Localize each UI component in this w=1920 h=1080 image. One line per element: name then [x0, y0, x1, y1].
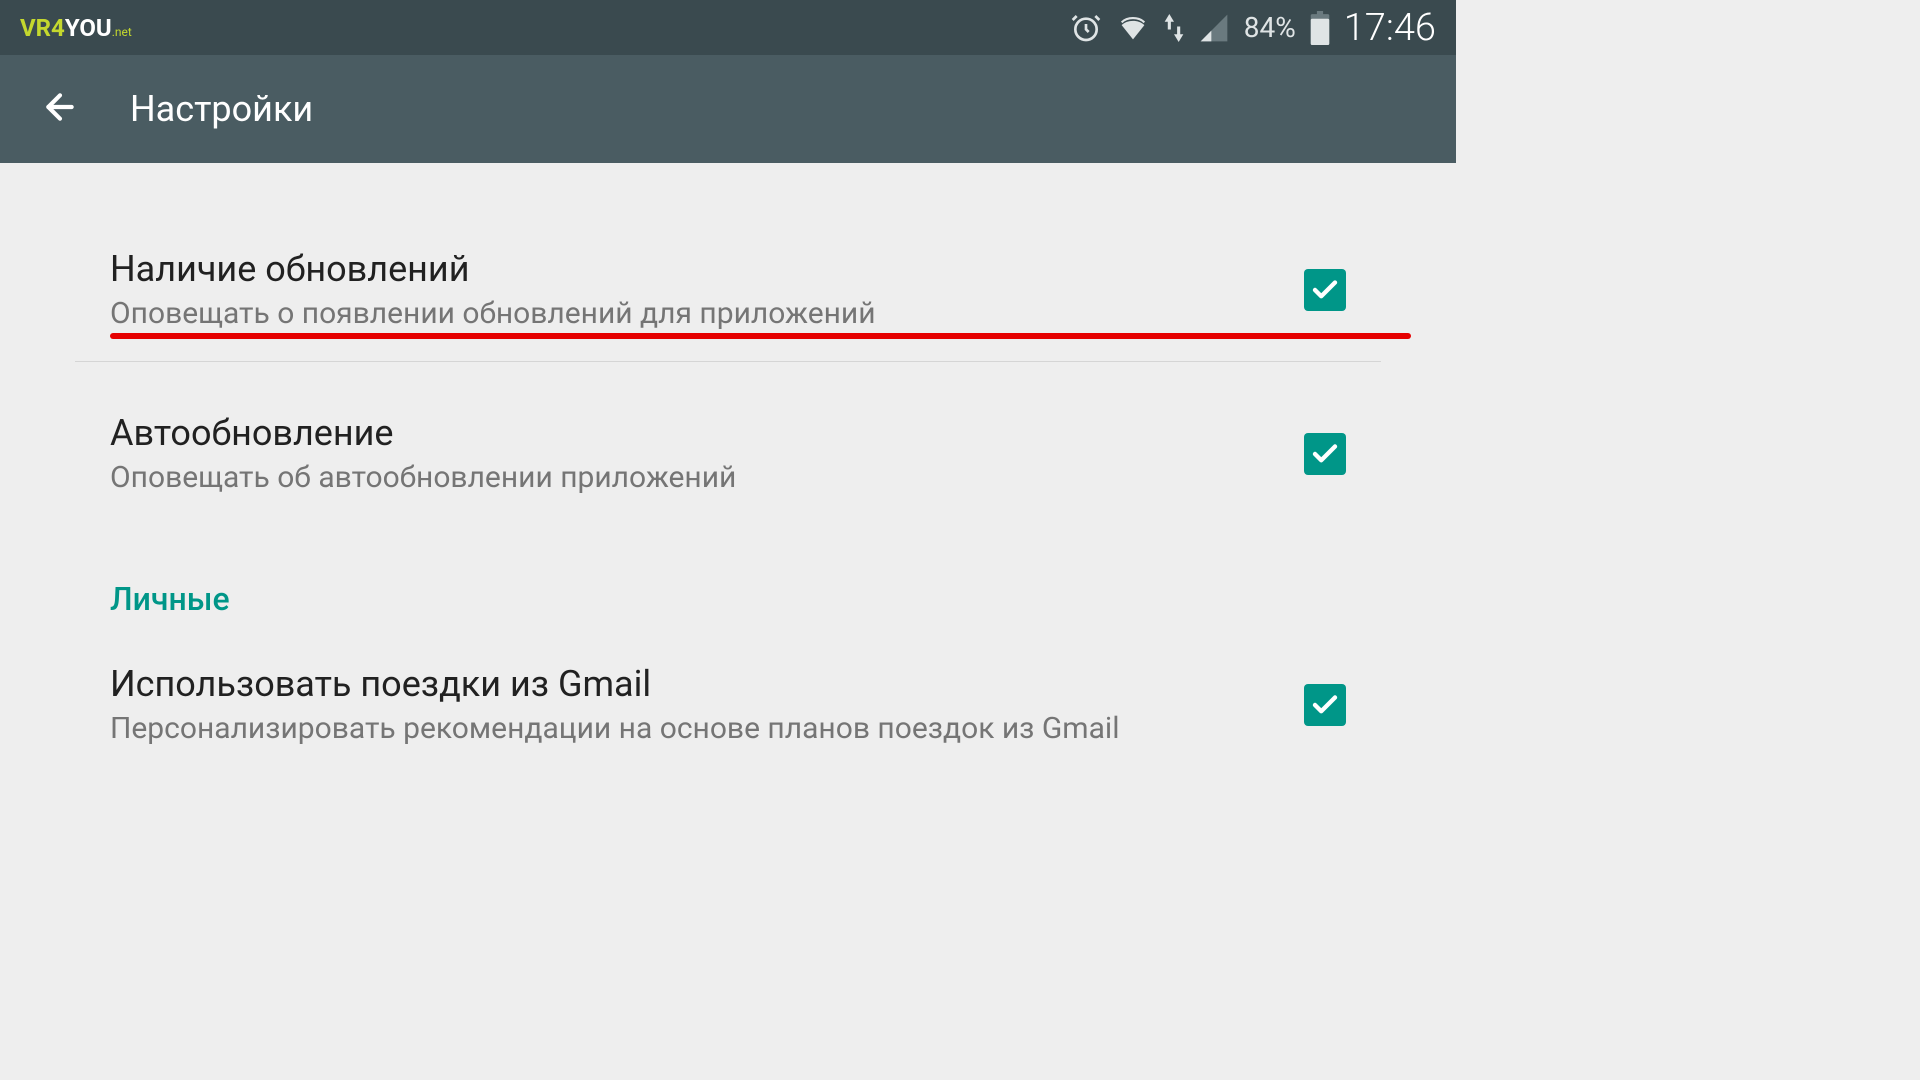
setting-gmail-trips[interactable]: Использовать поездки из Gmail Персонализ… [75, 628, 1381, 776]
app-bar: Настройки [0, 55, 1456, 163]
status-icons: 84% 17:46 [1070, 6, 1436, 50]
clock: 17:46 [1344, 6, 1436, 50]
setting-text: Наличие обновлений Оповещать о появлении… [110, 248, 1284, 331]
wifi-icon [1116, 11, 1150, 45]
data-icon [1164, 14, 1184, 42]
battery-percent: 84% [1244, 11, 1296, 44]
logo-part1: VR4 [20, 14, 65, 42]
setting-subtitle: Оповещать о появлении обновлений для при… [110, 296, 1284, 331]
checkbox-updates[interactable] [1304, 269, 1346, 311]
setting-subtitle: Персонализировать рекомендации на основе… [110, 711, 1284, 746]
setting-text: Автообновление Оповещать об автообновлен… [110, 412, 1284, 495]
highlight-underline [110, 333, 1411, 339]
settings-content: Наличие обновлений Оповещать о появлении… [0, 163, 1456, 776]
check-icon [1310, 690, 1340, 720]
status-bar: VR4 YOU .net [0, 0, 1456, 55]
setting-title: Использовать поездки из Gmail [110, 663, 1284, 705]
check-icon [1310, 275, 1340, 305]
alarm-icon [1070, 12, 1102, 44]
logo: VR4 YOU .net [20, 14, 132, 42]
setting-auto-update[interactable]: Автообновление Оповещать об автообновлен… [75, 362, 1381, 525]
check-icon [1310, 439, 1340, 469]
signal-icon [1198, 12, 1230, 44]
logo-part3: .net [112, 25, 132, 39]
checkbox-gmail[interactable] [1304, 684, 1346, 726]
battery-icon [1310, 11, 1330, 45]
back-arrow-icon[interactable] [40, 87, 80, 131]
logo-part2: YOU [65, 14, 112, 42]
app-title: Настройки [130, 88, 313, 130]
section-header-personal: Личные [75, 525, 1381, 628]
setting-updates-available[interactable]: Наличие обновлений Оповещать о появлении… [75, 163, 1381, 362]
setting-text: Использовать поездки из Gmail Персонализ… [110, 663, 1284, 746]
setting-subtitle: Оповещать об автообновлении приложений [110, 460, 1284, 495]
setting-title: Автообновление [110, 412, 1284, 454]
checkbox-autoupdate[interactable] [1304, 433, 1346, 475]
setting-title: Наличие обновлений [110, 248, 1284, 290]
